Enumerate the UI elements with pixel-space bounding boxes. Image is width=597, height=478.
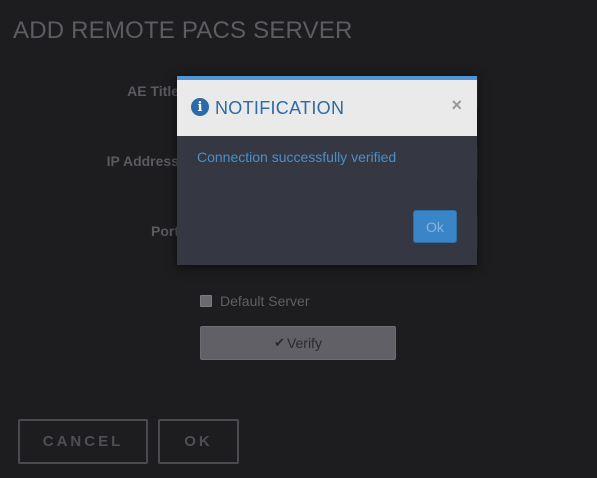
modal-ok-button[interactable]: Ok — [413, 210, 457, 243]
verify-button[interactable]: ✔ Verify — [200, 326, 396, 360]
close-icon[interactable]: × — [451, 95, 462, 116]
ip-address-label: IP Address — [106, 153, 179, 169]
default-server-label: Default Server — [220, 293, 310, 309]
modal-message: Connection successfully verified — [197, 149, 397, 165]
cancel-button[interactable]: CANCEL — [18, 419, 148, 464]
ok-button[interactable]: OK — [158, 419, 239, 464]
ae-title-label: AE Title — [127, 83, 179, 99]
port-label: Port — [151, 223, 179, 239]
modal-title: NOTIFICATION — [215, 97, 345, 118]
modal-header: i NOTIFICATION × — [177, 80, 477, 136]
info-icon: i — [191, 98, 209, 116]
verify-label: Verify — [286, 335, 322, 351]
default-server-row: Default Server — [200, 293, 309, 309]
default-server-checkbox[interactable] — [200, 295, 212, 307]
add-remote-pacs-server-page: ADD REMOTE PACS SERVER AE Title IP Addre… — [0, 0, 597, 478]
notification-modal: i NOTIFICATION × Connection successfully… — [177, 76, 477, 265]
page-title: ADD REMOTE PACS SERVER — [13, 17, 353, 44]
check-icon: ✔ — [274, 335, 285, 350]
